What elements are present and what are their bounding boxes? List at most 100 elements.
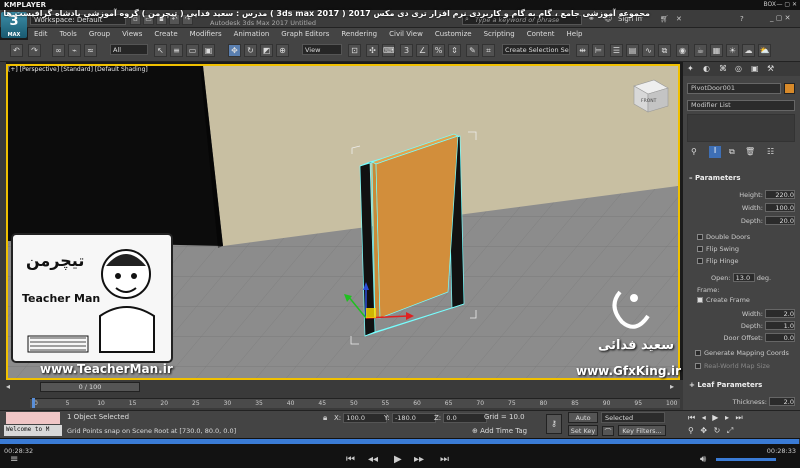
add-time-tag-button[interactable]: ⊕ Add Time Tag (472, 427, 527, 435)
object-color-swatch[interactable] (784, 83, 795, 94)
menu-customize[interactable]: Customize (429, 28, 478, 40)
menu-rendering[interactable]: Rendering (335, 28, 383, 40)
set-key-button[interactable]: Set Key (568, 425, 598, 436)
rendered-frame-icon[interactable]: ▦ (710, 44, 723, 57)
frame-depth-spinner[interactable]: 1.0 (765, 321, 795, 330)
unlink-icon[interactable]: ⌁ (68, 44, 81, 57)
make-unique-icon[interactable]: ⧉ (729, 147, 735, 157)
angle-snap-icon[interactable]: ∠ (416, 44, 429, 57)
spinner-snap-icon[interactable]: ⇕ (448, 44, 461, 57)
keyboard-shortcut-icon[interactable]: ⌨ (382, 44, 395, 57)
leaf-parameters-rollout[interactable]: + Leaf Parameters (689, 381, 762, 389)
undo-icon[interactable]: ↶ (10, 44, 23, 57)
playback-controls[interactable]: ⏮ ◂ ▶ ▸ ⏭ (688, 413, 745, 423)
show-end-result-icon[interactable]: I (709, 146, 721, 158)
time-slider-next-icon[interactable]: ▸ (670, 382, 674, 391)
time-slider-prev-icon[interactable]: ◂ (6, 382, 10, 391)
mirror-icon[interactable]: ⇹ (576, 44, 589, 57)
pin-stack-icon[interactable]: ⚲ (691, 147, 697, 156)
menu-tools[interactable]: Tools (54, 28, 83, 40)
pivot-center-icon[interactable]: ⊡ (348, 44, 361, 57)
prev-icon[interactable]: ⏮ (346, 454, 355, 465)
cart-icon[interactable]: 🛒︎ (660, 15, 669, 23)
window-crossing-icon[interactable]: ▣ (202, 44, 215, 57)
modifier-stack[interactable] (687, 114, 795, 142)
hierarchy-tab-icon[interactable]: ⌘ (719, 64, 727, 73)
depth-spinner[interactable]: 20.0 (765, 216, 795, 225)
snaps-toggle-icon[interactable]: 3 (400, 44, 413, 57)
move-icon[interactable]: ✥ (228, 44, 241, 57)
track-bar[interactable]: 0 5 10 15 20 25 30 35 40 45 50 55 60 65 70 75 80 85 90 95 10… (30, 398, 680, 408)
maxscript-listener[interactable] (6, 412, 60, 424)
edit-named-selection-icon[interactable]: ✎ (466, 44, 479, 57)
frame-width-spinner[interactable]: 2.0 (765, 309, 795, 318)
gen-mapping-checkbox[interactable]: Generate Mapping Coords (695, 349, 789, 357)
play-icon[interactable]: ▶ (394, 454, 402, 465)
menu-civil-view[interactable]: Civil View (383, 28, 429, 40)
y-coord-field[interactable]: -180.0 (391, 413, 436, 423)
named-selection-icon[interactable]: ⌗ (482, 44, 495, 57)
help-icon[interactable]: ? (740, 15, 744, 23)
schematic-view-icon[interactable]: ⧉ (658, 44, 671, 57)
height-spinner[interactable]: 220.0 (765, 190, 795, 199)
display-tab-icon[interactable]: ▣ (751, 64, 759, 73)
menu-scripting[interactable]: Scripting (478, 28, 521, 40)
reference-coord-select[interactable]: View (302, 44, 342, 55)
viewcube[interactable] (633, 79, 669, 113)
select-object-icon[interactable]: ↖ (154, 44, 167, 57)
create-frame-checkbox[interactable]: Create Frame (697, 296, 750, 304)
redo-icon[interactable]: ↷ (28, 44, 41, 57)
z-coord-field[interactable]: 0.0 (443, 413, 488, 423)
parameters-rollout[interactable]: – Parameters (689, 174, 741, 182)
utilities-tab-icon[interactable]: ⚒ (767, 64, 774, 73)
ribbon-icon[interactable]: ▤ (626, 44, 639, 57)
real-world-checkbox[interactable]: Real-World Map Size (695, 362, 770, 370)
width-spinner[interactable]: 100.0 (765, 203, 795, 212)
menu-graph-editors[interactable]: Graph Editors (275, 28, 335, 40)
app-window-controls[interactable]: _ ▢ ✕ (770, 14, 790, 22)
rotate-icon[interactable]: ↻ (244, 44, 257, 57)
place-icon[interactable]: ⊕ (276, 44, 289, 57)
menu-modifiers[interactable]: Modifiers (184, 28, 228, 40)
menu-views[interactable]: Views (116, 28, 148, 40)
window-controls[interactable]: — ▢ ✕ (776, 1, 797, 8)
link-icon[interactable]: ∞ (52, 44, 65, 57)
default-tangent-icon[interactable]: ⌒ (602, 426, 614, 436)
menu-content[interactable]: Content (521, 28, 561, 40)
flip-swing-checkbox[interactable]: Flip Swing (697, 245, 739, 253)
viewport-label[interactable]: [+] [Perspective] [Standard] [Default Sh… (8, 66, 148, 73)
align-icon[interactable]: ⊨ (592, 44, 605, 57)
modify-tab-icon[interactable]: ◐ (703, 64, 710, 73)
exchange-icon[interactable]: ✕ (676, 15, 682, 23)
selection-set-select[interactable]: Create Selection Se (502, 44, 570, 55)
key-mode-select[interactable]: Selected (601, 412, 665, 423)
volume-icon[interactable]: 🔊︎ (700, 454, 706, 465)
object-name-field[interactable]: PivotDoor001 (687, 83, 781, 94)
x-coord-field[interactable]: 100.0 (343, 413, 388, 423)
double-doors-checkbox[interactable]: Double Doors (697, 233, 750, 241)
rewind-icon[interactable]: ◂◂ (368, 454, 378, 465)
render-production-icon[interactable]: ☀ (726, 44, 739, 57)
bind-space-warp-icon[interactable]: ≈ (84, 44, 97, 57)
playlist-icon[interactable]: ≡ (10, 454, 18, 465)
forward-icon[interactable]: ▸▸ (414, 454, 424, 465)
door-offset-spinner[interactable]: 0.0 (765, 333, 795, 342)
curve-editor-icon[interactable]: ∿ (642, 44, 655, 57)
menu-group[interactable]: Group (83, 28, 116, 40)
menu-edit[interactable]: Edit (28, 28, 54, 40)
material-editor-icon[interactable]: ◉ (676, 44, 689, 57)
time-slider[interactable]: 0 / 100 (40, 382, 140, 392)
layer-explorer-icon[interactable]: ☰ (610, 44, 623, 57)
key-filters-button[interactable]: Key Filters... (618, 425, 666, 436)
selection-filter-select[interactable]: All (110, 44, 148, 55)
percent-snap-icon[interactable]: % (432, 44, 445, 57)
set-key-icon[interactable]: ⚷ (546, 414, 562, 434)
perspective-viewport[interactable]: FRONT تیچرمن Teacher Man (6, 64, 680, 380)
scale-icon[interactable]: ◩ (260, 44, 273, 57)
thickness-spinner[interactable]: 2.0 (769, 397, 795, 406)
auto-key-button[interactable]: Auto Key (568, 412, 598, 432)
menu-animation[interactable]: Animation (228, 28, 276, 40)
select-manipulate-icon[interactable]: ✣ (366, 44, 379, 57)
open-spinner[interactable]: 13.0 (732, 273, 755, 282)
render-cloud-icon[interactable]: ⛅ (758, 44, 771, 57)
